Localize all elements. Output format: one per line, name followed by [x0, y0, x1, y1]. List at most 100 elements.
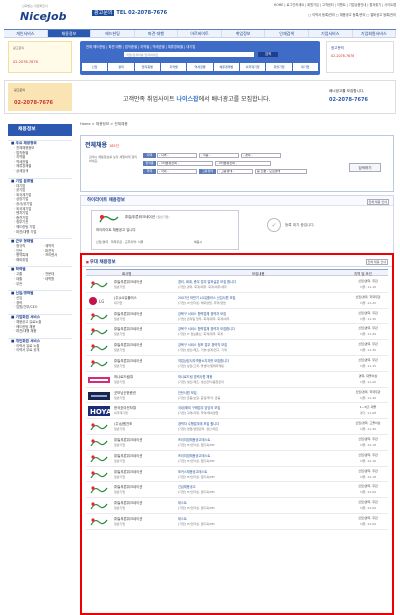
select-occupation[interactable]: - 직종 - [199, 153, 239, 158]
job-row[interactable]: HOYA 한국호야전자㈜ 외국계기업 국내/해외 구매업무 담당자 모집 [기업] 구매… [86, 403, 388, 420]
job-row[interactable]: ㈜늘푸른워크네이션 일반기업 프리미엄채용공고테스트 [기업] IT/인터넷, 웹기획… [86, 451, 388, 467]
nav-item[interactable]: 파견·대행 [135, 30, 179, 37]
sidebar-item[interactable]: · 이력서 무료 공개 [8, 348, 72, 353]
sidebar-item[interactable]: · 임원/간부/CEO [8, 305, 72, 310]
company-name[interactable]: ㈜늘푸른워크네이션 [114, 279, 142, 284]
job-title-link[interactable]: 경력자 수행업무에 모집 합니다 [178, 421, 338, 426]
company-name[interactable]: ㈜늘푸른워크네이션 [114, 484, 142, 489]
search-tab[interactable]: 업직종별 [134, 63, 160, 71]
select-career[interactable]: - 경력 - [241, 153, 281, 158]
sidebar-item[interactable] [43, 282, 72, 287]
job-title-link[interactable]: 프리미엄채용공고테스트 [178, 453, 338, 458]
company-name[interactable]: (주)LG유플러스 [114, 295, 137, 300]
job-row[interactable]: ㈜늘푸른워크네이션 일반기업 프리미엄채용공고테스트 [기업] IT/인터넷, 웹기획… [86, 435, 388, 451]
nav-item[interactable]: 취업정보 [222, 30, 266, 37]
search-category-links[interactable]: 전체 헤드헌팅 | 파견·대행 | 업직종별 | 지역별 | 역세권별 | 체류… [86, 44, 195, 49]
company-name[interactable]: ㈜늘푸른워크네이션 [114, 437, 142, 442]
search-tab[interactable]: 경력 [108, 63, 134, 71]
banner-left-ad[interactable]: 광고문의 02-2078-7676 [8, 83, 72, 111]
sidebar-item[interactable]: · 해외취업 [14, 258, 43, 263]
banner-ad-row[interactable]: 광고문의 02-2078-7676 고객만족 취업사이트 나이스잡에서 배너광고… [4, 80, 396, 114]
job-row[interactable]: (주)삼원건조 일반기업 경력자 수행업무에 모집 합니다 [기업] 영업/영업관리,… [86, 419, 388, 435]
nav-item[interactable]: 개인서비스 [4, 30, 48, 37]
job-row[interactable]: ㈜늘푸른워크네이션 일반기업 테스트 [기업] IT/인터넷, 웹기획/PM 신입/경력… [86, 514, 388, 530]
search-tab[interactable]: 지역별 [160, 63, 187, 71]
job-row[interactable]: ㈜늘푸른워크네이션 일반기업 강북구 서비스 정보 업무 경력직 모집 [기업] 생산… [86, 340, 388, 356]
search-tab[interactable]: 역세권별 [187, 63, 213, 71]
top-ad-contact[interactable]: 광고문의 TEL 02-2078-7676 [92, 9, 167, 16]
search-input[interactable]: 직업/검색어를 입력하세요 [124, 52, 254, 57]
sidebar-item[interactable]: · 상세검색 [8, 169, 72, 174]
select-region[interactable]: - 지역 - [157, 153, 197, 158]
search-tab[interactable]: 체류경제별 [213, 63, 239, 71]
company-name[interactable]: ㈜늘푸른워크네이션 [114, 453, 142, 458]
company-name[interactable]: ㈜늘푸른워크네이션 [114, 311, 142, 316]
job-title-link[interactable]: 국내/해외 구매업무 담당자 모집 [178, 405, 338, 410]
job-row[interactable]: LG (주)LG유플러스 대기업 2007년 하반기 LG유플러스 신입사원 모집 [기… [86, 293, 388, 309]
sidebar-item[interactable]: · 파견/대행 채용 [8, 329, 72, 334]
job-title-link[interactable]: 테스트 [178, 516, 338, 521]
left-ad-box[interactable]: 광고문의 02-2078-7676 [8, 41, 72, 73]
company-name[interactable]: ㈜늘푸른워크네이션 [114, 358, 142, 363]
sidebar-item[interactable] [43, 258, 72, 263]
joblist-more-button[interactable]: 전체 채용 안내 [365, 259, 388, 265]
job-row[interactable]: 굿모닝신한증권 일반기업 인턴사원 모집 [기업] 금융/보험, 증권/투자, 금융 신… [86, 388, 388, 404]
job-row[interactable]: ㈜늘푸른워크네이션 일반기업 테스트 [기업] IT/인터넷, 웹기획/PM 신입/경력… [86, 498, 388, 514]
banner-right-ad[interactable]: 배너광고를 모집합니다. 02-2078-7676 [323, 83, 393, 111]
job-title-link[interactable]: 하나로드림 경력사원 채용 [178, 374, 338, 379]
nav-item[interactable]: 채용정보 [47, 30, 92, 37]
job-row[interactable]: ㈜늘푸른워크네이션 일반기업 강북구 서비스 협력업체 경력자 모집 [기업] 관리팀… [86, 309, 388, 325]
top-util-links[interactable]: HOME | 로그인하세요 | 회원가입 | 고객센터 | 이벤트 | 기업상품… [222, 2, 396, 7]
job-row[interactable]: ㈜늘푸른워크네이션 일반기업 경리, 회계, 총무 업무 일하실분 모집 합니다 [기… [86, 277, 388, 293]
sidebar-item[interactable]: · 무관 [14, 282, 43, 287]
company-name[interactable]: ㈜늘푸른워크네이션 [114, 469, 142, 474]
select-education[interactable]: - 학력 - [157, 169, 197, 174]
company-name[interactable]: 한국호야전자㈜ [114, 405, 136, 410]
company-name[interactable]: ㈜늘푸른워크네이션 [114, 326, 142, 331]
highlight-job-card[interactable]: ㈜늘푸른워크네이션 (일반기업) 하이라이트 채용공고 입니다 신입/경력 · … [91, 210, 239, 250]
search-submit-button[interactable]: 검색하기 [349, 163, 381, 172]
job-title-link[interactable]: 강북구 서비스 정보 업무 경력직 모집 [178, 342, 338, 347]
job-title-link[interactable]: 경리, 회계, 총무 업무 일하실분 모집 합니다 [178, 279, 338, 284]
nav-item[interactable]: 기업서비스 [309, 30, 353, 37]
select-recruit-form[interactable]: 등 신분 - 모집형태 [255, 169, 307, 174]
member-quick-links[interactable]: □ 이력서 등록/관리 □ 채용공고 등록/관리 □ 알바공고 등록/관리 [222, 12, 396, 17]
nav-item[interactable]: 아르바이트 [178, 30, 222, 37]
right-ad-box[interactable]: 광고문의 02-2078-7676 [326, 41, 394, 73]
company-name[interactable]: 굿모닝신한증권 [114, 390, 136, 395]
job-row[interactable]: ㈜늘푸른워크네이션 일반기업 강북구 서비스 협력업체 경력자 모집합니다 [기업] … [86, 324, 388, 341]
nav-item[interactable]: 헤드헌팅 [91, 30, 135, 37]
job-title-link[interactable]: 프리미엄채용공고테스트 [178, 437, 338, 442]
job-title-link[interactable]: 테스트 [178, 500, 338, 505]
job-row[interactable]: ㈜늘푸른워크네이션 일반기업 긴급채용공고 [기업] IT/인터넷, 웹기획/PM 신입… [86, 482, 388, 499]
highlight-more-button[interactable]: 전체 채용 안내 [366, 199, 389, 205]
job-title[interactable]: 하이라이트 채용공고 입니다 [96, 227, 136, 232]
job-title-link[interactable]: 강북구 서비스 협력업체 경력자 모집합니다 [178, 326, 338, 331]
job-row[interactable]: 하나로드림㈜ 일반기업 하나로드림 경력사원 채용 [기업] 생산/제조, 생산관리/… [86, 372, 388, 388]
sidebar-item[interactable]: · 파견/대행 기업 [8, 230, 72, 235]
job-title-link[interactable]: 2007년 하반기 LG유플러스 신입사원 모집 [178, 295, 338, 300]
nav-item[interactable]: 기업회원서비스 [353, 30, 397, 37]
search-tab[interactable]: 대기업 [292, 63, 318, 71]
company-name[interactable]: (주)삼원건조 [114, 421, 132, 426]
site-logo[interactable]: 신뢰받는 취업파트너 NiceJob [10, 4, 72, 26]
job-title-link[interactable]: 포커스채용공고테스트 [178, 469, 338, 474]
company-name[interactable]: ㈜늘푸른워크네이션 [114, 516, 142, 521]
company-name[interactable]: ㈜늘푸른워크네이션 [114, 342, 142, 347]
company-name[interactable]: 하나로드림㈜ [114, 374, 133, 379]
select-category-1[interactable]: - 1차분류선택 - [157, 161, 213, 166]
search-tab[interactable]: 신입 [82, 63, 108, 71]
search-tab[interactable]: 유망기업 [266, 63, 292, 71]
nav-item[interactable]: 인재검색 [265, 30, 309, 37]
job-row[interactable]: ㈜늘푸른워크네이션 일반기업 포커스채용공고테스트 [기업] IT/인터넷, 웹기획/… [86, 467, 388, 483]
job-title-link[interactable]: 인턴사원 모집 [178, 390, 338, 395]
job-title-link[interactable]: 긴급채용공고 [178, 484, 338, 489]
search-button[interactable]: 검색 [258, 52, 278, 57]
select-category-2[interactable]: - 2차분류선택 - [215, 161, 271, 166]
job-title-link[interactable]: 직업상담사자격증소지자를 모집합니다 [178, 358, 338, 363]
job-row[interactable]: ㈜늘푸른워크네이션 일반기업 직업상담사자격증소지자를 모집합니다 [기업] 상담/고… [86, 356, 388, 372]
job-title-link[interactable]: 강북구 서비스 협력업체 경력자 모집 [178, 311, 338, 316]
select-employment[interactable]: - 고용형태 - [217, 169, 253, 174]
search-tab[interactable]: 외국계기업 [239, 63, 266, 71]
company-name[interactable]: ㈜늘푸른워크네이션 [114, 500, 142, 505]
